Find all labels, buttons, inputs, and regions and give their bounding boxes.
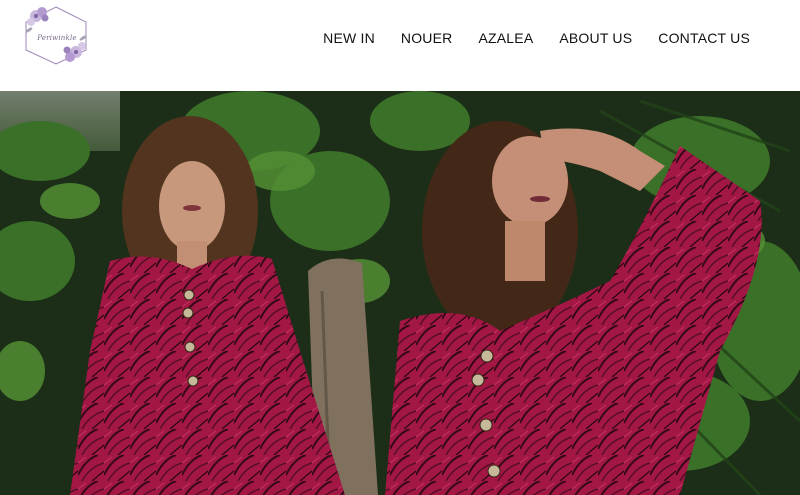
brand-logo-text: Periwinkle [37,34,77,42]
hero-image [0,91,800,495]
hero-banner[interactable] [0,91,800,495]
brand-logo[interactable]: Periwinkle [20,4,92,66]
nav-item-new-in[interactable]: NEW IN [323,30,375,46]
nav-item-azalea[interactable]: AZALEA [478,30,533,46]
main-nav: NEW IN NOUER AZALEA ABOUT US CONTACT US [297,29,750,47]
site-header: Periwinkle NEW IN NOUER AZALEA ABOUT US … [0,0,800,91]
nav-item-nouer[interactable]: NOUER [401,30,453,46]
nav-item-contact-us[interactable]: CONTACT US [658,30,750,46]
nav-item-about-us[interactable]: ABOUT US [559,30,632,46]
